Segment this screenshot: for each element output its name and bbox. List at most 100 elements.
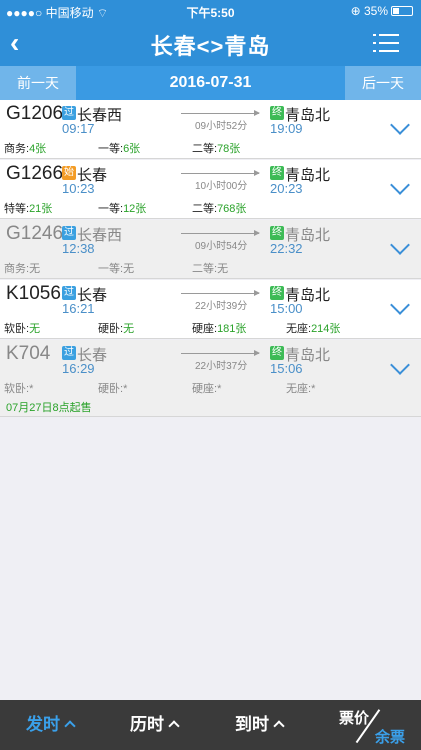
seat-count: 12张 [123, 203, 147, 215]
terminal-tag: 终 [270, 346, 284, 360]
chevron-down-icon[interactable] [390, 175, 410, 195]
duration: 09小时54分 [181, 229, 261, 252]
seat-availability: 商务:无 [4, 260, 40, 276]
seat-count: * [311, 383, 316, 395]
duration: 10小时00分 [181, 169, 261, 192]
seat-class: 软卧: [4, 383, 30, 395]
arrive-time: 15:06 [270, 361, 303, 376]
depart-time: 10:23 [62, 181, 95, 196]
duration-text: 09小时54分 [195, 241, 248, 252]
sort-duration-button[interactable]: 历时 [130, 700, 180, 750]
price-label: 票价 [339, 710, 370, 727]
seat-class: 二等: [192, 263, 218, 275]
chevron-up-icon [273, 720, 285, 732]
chevron-up-icon [168, 720, 180, 732]
seat-availability: 特等:21张 [4, 200, 52, 216]
depart-time: 16:21 [62, 301, 95, 316]
seat-availability: 硬座:* [192, 380, 221, 396]
seat-availability: 软卧:* [4, 380, 33, 396]
seat-count: 181张 [217, 323, 247, 335]
seat-count: * [217, 383, 222, 395]
seat-class: 无座: [286, 383, 312, 395]
origin-tag: 过 [62, 286, 76, 300]
seat-class: 硬座: [192, 383, 218, 395]
seat-availability: 软卧:无 [4, 320, 40, 336]
seat-availability: 一等:6张 [98, 140, 140, 156]
seat-count: 无 [29, 323, 41, 335]
train-code: K704 [6, 343, 51, 364]
arrow-right-icon [254, 290, 260, 296]
sort-depart-button[interactable]: 发时 [26, 700, 76, 750]
seat-count: 无 [217, 263, 229, 275]
seat-count: 无 [123, 263, 135, 275]
origin-tag: 始 [62, 166, 76, 180]
next-day-button[interactable]: 后一天 [345, 66, 421, 100]
menu-button[interactable] [373, 34, 399, 54]
seat-class: 商务: [4, 263, 30, 275]
train-code: G1206 [6, 103, 64, 124]
train-code: G1266 [6, 163, 64, 184]
duration-text: 09小时52分 [195, 121, 248, 132]
duration-text: 10小时00分 [195, 181, 248, 192]
arrive-time: 19:09 [270, 121, 303, 136]
chevron-down-icon[interactable] [390, 355, 410, 375]
date-bar: 前一天 2016-07-31 后一天 [0, 66, 421, 100]
terminal-tag: 终 [270, 226, 284, 240]
seat-count: 4张 [29, 143, 47, 155]
depart-time: 09:17 [62, 121, 95, 136]
train-row[interactable]: K1056 过长春 16:21 22小时39分终青岛北 15:00 软卧:无 硬卧:无 硬座:… [0, 280, 421, 339]
seat-count: 无 [123, 323, 135, 335]
seat-class: 硬卧: [98, 323, 124, 335]
price-remain-toggle[interactable]: 票价 余票 [331, 700, 409, 750]
seat-availability: 二等:78张 [192, 140, 240, 156]
train-row[interactable]: K704 过长春 16:29 22小时37分终青岛北 15:06 软卧:* 硬卧:* 硬座:*… [0, 340, 421, 417]
lock-rotation-icon: ⊕ [350, 4, 364, 18]
duration: 09小时52分 [181, 109, 261, 132]
chevron-down-icon[interactable] [390, 235, 410, 255]
train-list-screen: ●●●●○ 中国移动 ⌔ 下午5:50 ⊕ 35% ‹ 长春<>青岛 前一天 2… [0, 0, 421, 750]
seat-class: 二等: [192, 203, 218, 215]
seat-class: 一等: [98, 143, 124, 155]
origin-tag: 过 [62, 106, 76, 120]
seat-count: 768张 [217, 203, 247, 215]
arrow-right-icon [254, 110, 260, 116]
chevron-down-icon[interactable] [390, 115, 410, 135]
seat-class: 二等: [192, 143, 218, 155]
train-code: K1056 [6, 283, 61, 304]
sort-arrive-button[interactable]: 到时 [235, 700, 285, 750]
seat-availability: 一等:12张 [98, 200, 146, 216]
chevron-down-icon[interactable] [390, 295, 410, 315]
terminal-tag: 终 [270, 106, 284, 120]
seat-count: 6张 [123, 143, 141, 155]
arrow-right-icon [254, 350, 260, 356]
seat-count: 无 [29, 263, 41, 275]
seat-count: * [123, 383, 128, 395]
train-row[interactable]: G1206 过长春西 09:17 09小时52分终青岛北 19:09 商务:4张 一等:6张… [0, 100, 421, 159]
seat-class: 无座: [286, 323, 312, 335]
seat-class: 一等: [98, 203, 124, 215]
arrive-time: 22:32 [270, 241, 303, 256]
battery-icon [391, 6, 413, 16]
menu-icon [373, 34, 376, 36]
chevron-up-icon [64, 720, 76, 732]
duration: 22小时37分 [181, 349, 261, 372]
seat-availability: 硬座:181张 [192, 320, 246, 336]
duration-text: 22小时37分 [195, 361, 248, 372]
train-code: G1246 [6, 223, 64, 244]
terminal-tag: 终 [270, 286, 284, 300]
sort-bar: 发时 历时 到时 票价 余票 [0, 700, 421, 750]
train-row[interactable]: G1266 始长春 10:23 10小时00分终青岛北 20:23 特等:21张 一等:12… [0, 160, 421, 219]
seat-class: 硬卧: [98, 383, 124, 395]
arrow-right-icon [254, 230, 260, 236]
seat-availability: 一等:无 [98, 260, 134, 276]
terminal-tag: 终 [270, 166, 284, 180]
origin-tag: 过 [62, 346, 76, 360]
seat-availability: 二等:无 [192, 260, 228, 276]
seat-count: 21张 [29, 203, 53, 215]
duration: 22小时39分 [181, 289, 261, 312]
seat-availability: 二等:768张 [192, 200, 246, 216]
seat-count: * [29, 383, 34, 395]
seat-class: 软卧: [4, 323, 30, 335]
train-row[interactable]: G1246 过长春西 12:38 09小时54分终青岛北 22:32 商务:无 一等:无 二等… [0, 220, 421, 279]
arrive-time: 15:00 [270, 301, 303, 316]
